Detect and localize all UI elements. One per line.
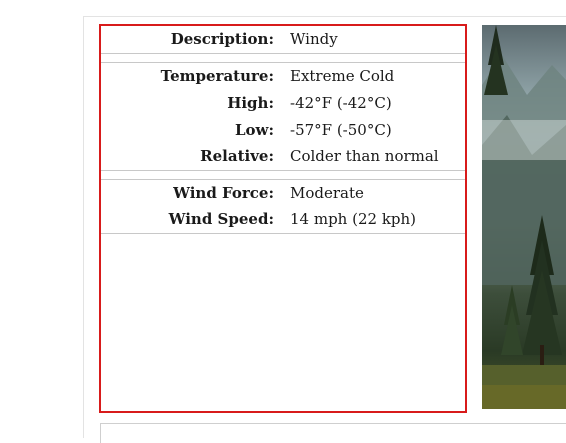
table-row-low: Low: -57°F (-50°C) xyxy=(101,116,465,143)
table-divider xyxy=(101,52,465,63)
low-label: Low: xyxy=(234,120,274,139)
low-value: -57°F (-50°C) xyxy=(290,120,392,139)
table-row-high: High: -42°F (-42°C) xyxy=(101,89,465,116)
landscape-photo xyxy=(482,25,566,409)
table-row-relative: Relative: Colder than normal xyxy=(101,143,465,170)
lower-content-box xyxy=(100,423,566,443)
relative-label: Relative: xyxy=(200,147,274,166)
wind-speed-value: 14 mph (22 kph) xyxy=(290,210,417,229)
forest-mountain-image xyxy=(482,25,566,409)
high-label: High: xyxy=(227,93,274,112)
table-divider xyxy=(101,169,465,180)
temperature-label: Temperature: xyxy=(160,66,274,85)
table-row-temperature: Temperature: Extreme Cold xyxy=(101,62,465,89)
weather-details-panel: Description: Windy Temperature: Extreme … xyxy=(99,24,467,413)
table-divider xyxy=(101,232,465,234)
description-value: Windy xyxy=(290,30,338,49)
table-row-description: Description: Windy xyxy=(101,26,465,53)
wind-force-value: Moderate xyxy=(290,183,364,202)
wind-speed-label: Wind Speed: xyxy=(168,210,274,229)
wind-force-label: Wind Force: xyxy=(173,183,274,202)
table-row-wind-force: Wind Force: Moderate xyxy=(101,179,465,206)
weather-details-table: Description: Windy Temperature: Extreme … xyxy=(101,26,465,234)
description-label: Description: xyxy=(170,30,274,49)
table-row-wind-speed: Wind Speed: 14 mph (22 kph) xyxy=(101,206,465,233)
temperature-value: Extreme Cold xyxy=(290,66,395,85)
relative-value: Colder than normal xyxy=(290,147,439,166)
high-value: -42°F (-42°C) xyxy=(290,93,392,112)
